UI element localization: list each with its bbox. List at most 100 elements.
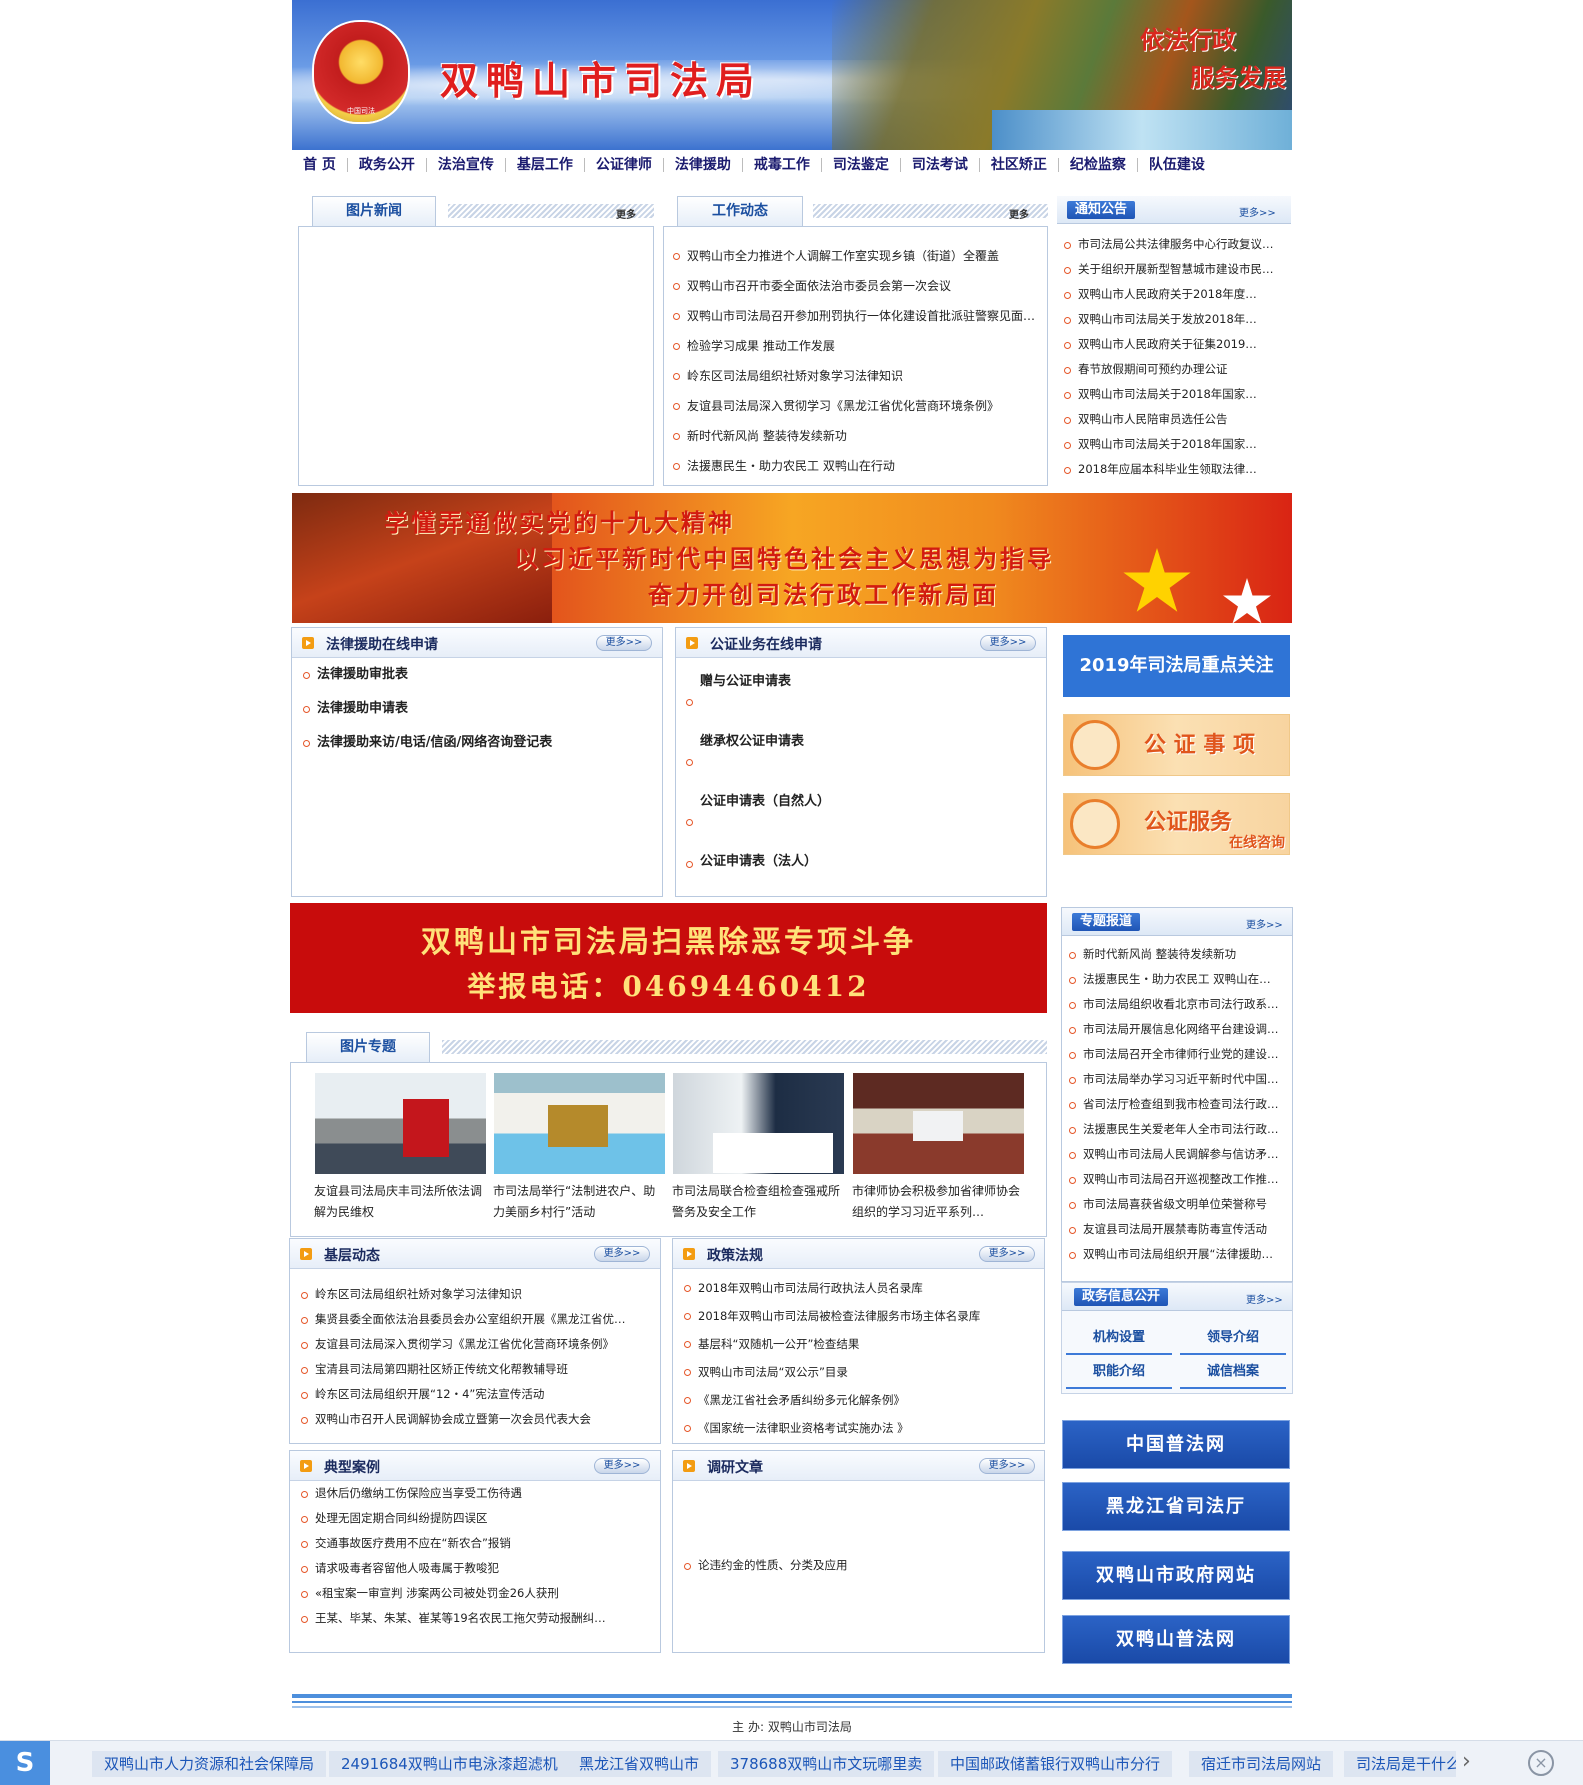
list-item[interactable]: 集贤县委全面依法治县委员会办公室组织开展《黑龙江省优… [300,1307,652,1332]
list-item[interactable]: 《黑龙江省社会矛盾纠纷多元化解条例》 [683,1386,1035,1414]
list-item[interactable]: 宝清县司法局第四期社区矫正传统文化帮教辅导班 [300,1357,652,1382]
list-item[interactable]: 法援惠民生・助力农民工 双鸭山在行动 [672,451,1038,481]
nav-drug-rehab[interactable]: 戒毒工作 [743,158,822,172]
photo-caption[interactable]: 市律师协会积极参加省律师协会组织的学习习近平系列… [852,1181,1026,1223]
list-item[interactable]: 省司法厅检查组到我市检查司法行政… [1068,1092,1288,1117]
nav-team-building[interactable]: 队伍建设 [1138,158,1216,172]
heilongjiang-justice-link[interactable]: 黑龙江省司法厅 [1062,1482,1290,1531]
list-item[interactable]: 市司法局组织收看北京市司法行政系… [1068,992,1288,1017]
photo-thumbnail[interactable] [315,1073,486,1174]
list-item[interactable]: 交通事故医疗费用不应在“新农合”报销 [300,1531,652,1556]
notary-items-button[interactable]: 公 证 事 项 [1063,714,1290,776]
close-icon[interactable]: × [1528,1750,1554,1776]
list-item[interactable]: 公证申请表（法人） [685,852,1035,876]
list-item[interactable]: 市司法局举办学习习近平新时代中国… [1068,1067,1288,1092]
nav-grassroots[interactable]: 基层工作 [506,158,585,172]
shuangyashan-pufa-link[interactable]: 双鸭山普法网 [1062,1615,1290,1664]
nav-judicial-exam[interactable]: 司法考试 [901,158,980,172]
nav-home[interactable]: 首 页 [292,158,348,172]
list-item[interactable]: 新时代新风尚 整装待发续新功 [1068,942,1288,967]
list-item[interactable]: 双鸭山市司法局“双公示”目录 [683,1358,1035,1386]
list-item[interactable]: 市司法局召开全市律师行业党的建设… [1068,1042,1288,1067]
list-item[interactable]: 法律援助来访/电话/信函/网络咨询登记表 [302,726,652,760]
bottom-bar-item[interactable]: 2491684双鸭山市电泳漆超滤机 [329,1751,570,1777]
photo-thumbnail[interactable] [853,1073,1024,1174]
research-more[interactable]: 更多>> [979,1458,1035,1474]
work-news-more[interactable]: 更多 [1009,206,1029,221]
bottom-bar-item[interactable]: 宿迁市司法局网站 [1189,1751,1334,1777]
list-item[interactable]: 双鸭山市司法局人民调解参与信访矛… [1068,1142,1288,1167]
leaders-link[interactable]: 领导介绍 [1180,1325,1286,1355]
list-item[interactable]: 双鸭山市人民陪审员选任公告 [1063,407,1289,432]
photo-thumbnail[interactable] [494,1073,665,1174]
focus-2019-button[interactable]: 2019年司法局重点关注 [1063,635,1290,697]
list-item[interactable]: 论违约金的性质、分类及应用 [683,1553,1035,1578]
credit-archive-link[interactable]: 诚信档案 [1180,1359,1286,1389]
list-item[interactable]: 检验学习成果 推动工作发展 [672,331,1038,361]
legal-aid-more[interactable]: 更多>> [596,635,652,651]
nav-notary-lawyer[interactable]: 公证律师 [585,158,664,172]
list-item[interactable]: 《国家统一法律职业资格考试实施办法 》 [683,1414,1035,1442]
list-item[interactable]: 友谊县司法局深入贯彻学习《黑龙江省优化营商环境条例》 [672,391,1038,421]
anti-crime-banner[interactable]: 双鸭山市司法局扫黑除恶专项斗争 举报电话：04694460412 [290,903,1047,1013]
list-item[interactable]: 王某、毕某、朱某、崔某等19名农民工拖欠劳动报酬纠… [300,1606,652,1631]
bottom-bar-item[interactable]: 双鸭山市人力资源和社会保障局 [92,1751,327,1777]
photo-news-more[interactable]: 更多 [616,206,636,221]
list-item[interactable]: 公证申请表（自然人） [685,792,1035,852]
functions-link[interactable]: 职能介绍 [1066,1359,1172,1389]
list-item[interactable]: 双鸭山市司法局关于2018年国家… [1063,432,1289,457]
notice-more[interactable]: 更多>> [1239,204,1276,219]
list-item[interactable]: 继承权公证申请表 [685,732,1035,792]
notary-service-button[interactable]: 公证服务 在线咨询 [1063,793,1290,855]
list-item[interactable]: 双鸭山市司法局关于发放2018年… [1063,307,1289,332]
list-item[interactable]: 春节放假期间可预约办理公证 [1063,357,1289,382]
list-item[interactable]: 处理无固定期合同纠纷提防四误区 [300,1506,652,1531]
policy-more[interactable]: 更多>> [979,1246,1035,1262]
photo-caption[interactable]: 市司法局联合检查组检查强戒所警务及安全工作 [672,1181,846,1223]
list-item[interactable]: 请求吸毒者容留他人吸毒属于教唆犯 [300,1556,652,1581]
cases-more[interactable]: 更多>> [594,1458,650,1474]
list-item[interactable]: 友谊县司法局深入贯彻学习《黑龙江省优化营商环境条例》 [300,1332,652,1357]
nav-forensics[interactable]: 司法鉴定 [822,158,901,172]
list-item[interactable]: 2018年双鸭山市司法局行政执法人员名录库 [683,1274,1035,1302]
bottom-bar-item[interactable]: 378688双鸭山市文玩哪里卖 [718,1751,935,1777]
list-item[interactable]: 赠与公证申请表 [685,672,1035,732]
special-report-more[interactable]: 更多>> [1246,916,1283,931]
list-item[interactable]: 2018年双鸭山市司法局被检查法律服务市场主体名录库 [683,1302,1035,1330]
list-item[interactable]: 基层科“双随机一公开”检查结果 [683,1330,1035,1358]
list-item[interactable]: 岭东区司法局组织社矫对象学习法律知识 [300,1282,652,1307]
list-item[interactable]: 双鸭山市司法局关于2018年国家… [1063,382,1289,407]
nav-law-publicity[interactable]: 法治宣传 [427,158,506,172]
china-pufa-link[interactable]: 中国普法网 [1062,1420,1290,1469]
list-item[interactable]: 法援惠民生・助力农民工 双鸭山在… [1068,967,1288,992]
list-item[interactable]: 岭东区司法局组织社矫对象学习法律知识 [672,361,1038,391]
list-item[interactable]: 2018年应届本科毕业生领取法律… [1063,457,1289,482]
nav-legal-aid[interactable]: 法律援助 [664,158,743,172]
list-item[interactable]: 双鸭山市人民政府关于征集2019… [1063,332,1289,357]
list-item[interactable]: 双鸭山市司法局召开巡视整改工作推… [1068,1167,1288,1192]
shuangyashan-gov-link[interactable]: 双鸭山市政府网站 [1062,1551,1290,1600]
list-item[interactable]: 双鸭山市人民政府关于2018年度… [1063,282,1289,307]
nav-community-correction[interactable]: 社区矫正 [980,158,1059,172]
notary-apply-more[interactable]: 更多>> [980,635,1036,651]
sogou-logo-icon[interactable]: S [0,1741,50,1785]
photo-thumbnail[interactable] [673,1073,844,1174]
bottom-bar-item[interactable]: 黑龙江省双鸭山市 [567,1751,712,1777]
list-item[interactable]: 法律援助申请表 [302,692,652,726]
grassroots-more[interactable]: 更多>> [594,1246,650,1262]
org-structure-link[interactable]: 机构设置 [1066,1325,1172,1355]
list-item[interactable]: 双鸭山市司法局组织开展“法律援助… [1068,1242,1288,1267]
nav-gov-affairs[interactable]: 政务公开 [348,158,427,172]
list-item[interactable]: 法援惠民生关爱老年人全市司法行政… [1068,1117,1288,1142]
list-item[interactable]: 法律援助审批表 [302,658,652,692]
list-item[interactable]: 退休后仍缴纳工伤保险应当享受工伤待遇 [300,1481,652,1506]
list-item[interactable]: 关于组织开展新型智慧城市建设市民… [1063,257,1289,282]
gov-info-more[interactable]: 更多>> [1246,1291,1283,1306]
list-item[interactable]: 双鸭山市全力推进个人调解工作室实现乡镇（街道）全覆盖 [672,241,1038,271]
photo-caption[interactable]: 友谊县司法局庆丰司法所依法调解为民维权 [314,1181,488,1223]
list-item[interactable]: 双鸭山市司法局召开参加刑罚执行一体化建设首批派驻警察见面… [672,301,1038,331]
bottom-bar-item[interactable]: 司法局是干什么 [1344,1751,1456,1777]
list-item[interactable]: 市司法局公共法律服务中心行政复议… [1063,232,1289,257]
list-item[interactable]: 双鸭山市召开市委全面依法治市委员会第一次会议 [672,271,1038,301]
bottom-bar-item[interactable]: 中国邮政储蓄银行双鸭山市分行 [938,1751,1173,1777]
